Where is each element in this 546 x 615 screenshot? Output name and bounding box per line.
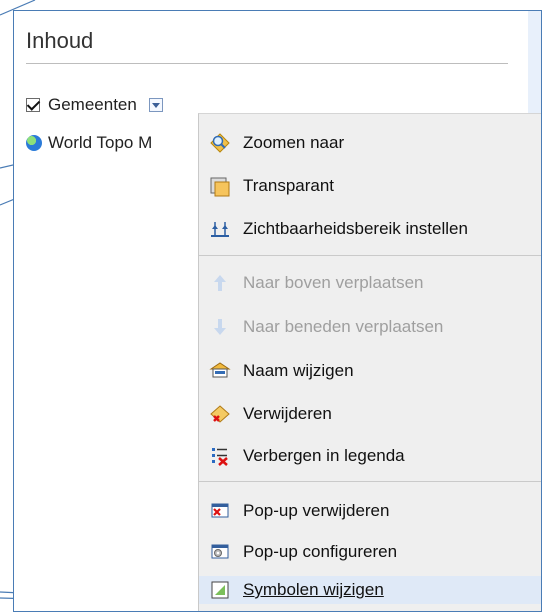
menu-item-popup-verwijderen[interactable]: Pop-up verwijderen	[209, 497, 389, 525]
menu-item-popup-configureren[interactable]: Pop-up configureren	[209, 538, 397, 566]
move-down-icon	[209, 316, 231, 338]
menu-item-label: Naar boven verplaatsen	[243, 273, 424, 292]
menu-item-label: Verbergen in legenda	[243, 446, 405, 465]
layer-label: World Topo M	[48, 133, 153, 152]
zoom-to-icon	[209, 132, 231, 154]
menu-item-label: Pop-up verwijderen	[243, 501, 390, 520]
menu-item-label: Zichtbaarheidsbereik instellen	[243, 219, 468, 238]
layer-context-menu: Zoomen naar Transparant Zichtbaarheidsbe…	[198, 113, 541, 611]
layer-row-world-topo[interactable]: World Topo M	[26, 132, 152, 154]
move-up-icon	[209, 272, 231, 294]
symbols-change-icon	[209, 579, 231, 601]
popup-configure-icon	[209, 541, 231, 563]
menu-item-label: Naar beneden verplaatsen	[243, 317, 444, 336]
hide-in-legend-icon	[209, 445, 231, 467]
transparency-icon	[209, 175, 231, 197]
menu-item-label: Zoomen naar	[243, 133, 345, 152]
menu-item-zichtbaarheidsbereik[interactable]: Zichtbaarheidsbereik instellen	[209, 215, 468, 243]
menu-item-label: Naam wijzigen	[243, 361, 354, 380]
menu-item-zoomen-naar[interactable]: Zoomen naar	[209, 129, 344, 157]
popup-remove-icon	[209, 500, 231, 522]
rename-icon	[209, 360, 231, 382]
layer-options-dropdown-icon[interactable]	[148, 98, 163, 112]
menu-item-naam-wijzigen[interactable]: Naam wijzigen	[209, 357, 354, 385]
menu-item-label: Transparant	[243, 176, 335, 195]
layer-row-gemeenten[interactable]: Gemeenten	[26, 94, 163, 116]
menu-item-verwijderen[interactable]: Verwijderen	[209, 400, 332, 428]
menu-item-naar-beneden[interactable]: Naar beneden verplaatsen	[209, 313, 443, 341]
globe-icon	[26, 135, 42, 151]
menu-item-transparant[interactable]: Transparant	[209, 172, 334, 200]
screenshot-stage: Inhoud Gemeenten World Topo M Zoomen naa	[0, 0, 546, 615]
layer-visibility-checkbox[interactable]	[26, 98, 40, 112]
layer-label: Gemeenten	[48, 95, 137, 114]
menu-item-symbolen-wijzigen[interactable]: Symbolen wijzigen	[199, 576, 541, 604]
menu-item-naar-boven[interactable]: Naar boven verplaatsen	[209, 269, 424, 297]
panel-title: Inhoud	[26, 28, 94, 53]
menu-item-label: Symbolen wijzigen	[243, 580, 384, 599]
visibility-range-icon	[209, 218, 231, 240]
menu-item-label: Verwijderen	[243, 404, 332, 423]
delete-icon	[209, 403, 231, 425]
menu-item-verbergen-in-legenda[interactable]: Verbergen in legenda	[209, 442, 405, 470]
menu-item-label: Pop-up configureren	[243, 542, 398, 561]
title-divider	[26, 63, 508, 64]
contents-panel: Inhoud Gemeenten World Topo M Zoomen naa	[13, 10, 542, 612]
menu-divider	[199, 481, 541, 482]
menu-divider	[199, 255, 541, 256]
